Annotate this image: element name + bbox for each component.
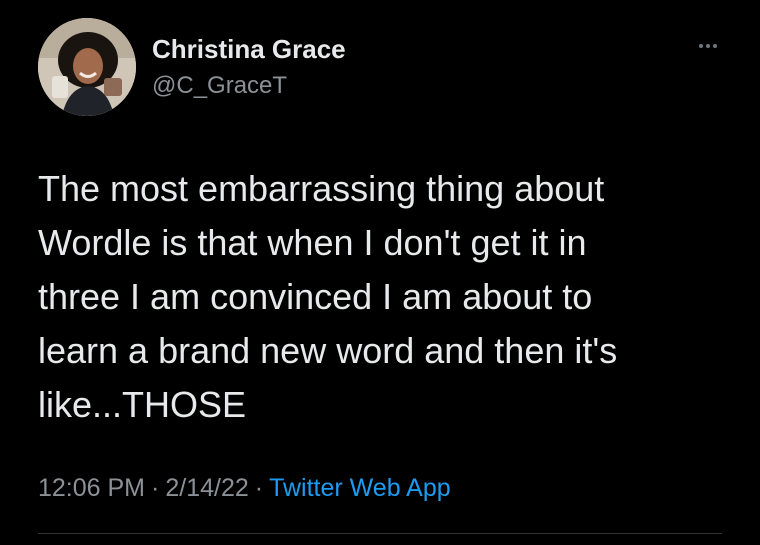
tweet-text: The most embarrassing thing about Wordle… bbox=[38, 168, 618, 425]
more-options-button[interactable] bbox=[688, 34, 728, 58]
divider bbox=[38, 533, 722, 534]
user-handle[interactable]: @C_GraceT bbox=[152, 72, 287, 100]
tweet-time[interactable]: 12:06 PM bbox=[38, 474, 145, 502]
meta-separator: · bbox=[151, 474, 160, 502]
tweet-meta: 12:06 PM · 2/14/22 · Twitter Web App bbox=[38, 474, 451, 503]
meta-separator: · bbox=[254, 474, 264, 502]
user-name[interactable]: Christina Grace bbox=[152, 34, 346, 65]
tweet-source-link[interactable]: Twitter Web App bbox=[269, 474, 451, 502]
more-horizontal-icon bbox=[698, 44, 719, 48]
avatar[interactable] bbox=[38, 18, 136, 116]
tweet-date[interactable]: 2/14/22 bbox=[165, 474, 248, 502]
avatar-image bbox=[38, 18, 136, 116]
tweet-card: Christina Grace @C_GraceT The most embar… bbox=[0, 0, 760, 545]
